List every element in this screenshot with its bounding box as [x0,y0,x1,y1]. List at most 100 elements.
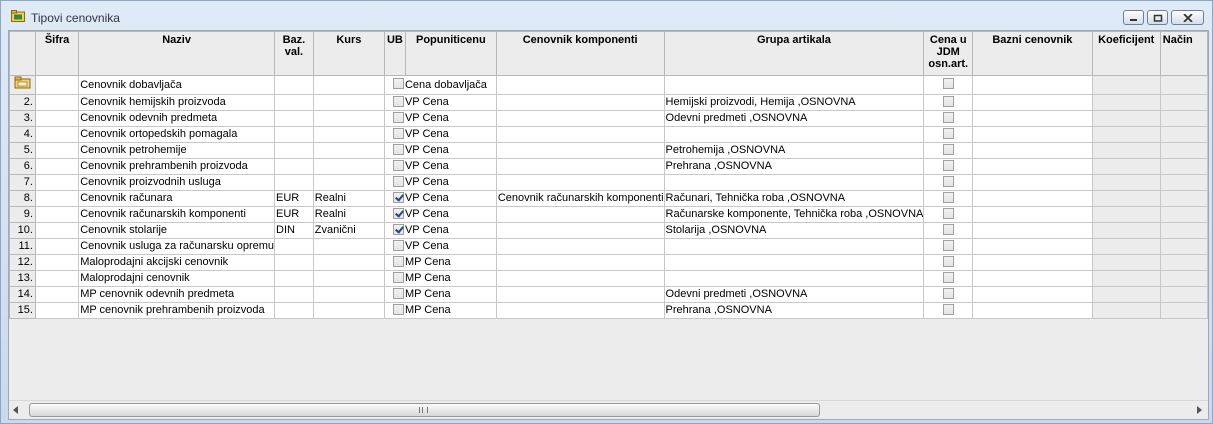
maximize-button[interactable] [1147,10,1168,25]
cenovnik-komponenti-cell[interactable] [495,302,665,319]
grupa-artikala-cell[interactable] [663,254,925,271]
bazni-cenovnik-cell[interactable] [972,238,1093,255]
kurs-cell[interactable] [312,174,385,191]
sifra-cell[interactable] [34,94,80,111]
cena-u-jdm-cell[interactable] [923,126,974,143]
sifra-cell[interactable] [34,222,80,239]
grupa-artikala-cell[interactable]: Stolarija ,OSNOVNA [663,222,925,239]
column-header-baz-val[interactable]: Baz. val. [274,31,314,76]
row-number[interactable]: 6. [9,158,36,175]
ub-popuniticenu-cell[interactable]: VP Cena [383,158,497,175]
baz-val-cell[interactable] [274,126,314,143]
cenovnik-komponenti-cell[interactable] [495,222,665,239]
kurs-cell[interactable] [312,270,385,287]
nacin-cell[interactable] [1159,254,1208,271]
row-number[interactable]: 11. [9,238,36,255]
cena-u-jdm-checkbox[interactable] [942,223,954,235]
baz-val-cell[interactable]: DIN [274,222,314,239]
grupa-artikala-cell[interactable] [663,238,925,255]
kurs-cell[interactable] [312,238,385,255]
kurs-cell[interactable] [312,254,385,271]
ub-popuniticenu-cell[interactable]: MP Cena [383,302,497,319]
bazni-cenovnik-cell[interactable] [972,270,1093,287]
naziv-cell[interactable]: Cenovnik petrohemije [78,142,276,159]
cenovnik-komponenti-cell[interactable] [495,174,665,191]
nacin-cell[interactable] [1159,270,1208,287]
naziv-cell[interactable]: Maloprodajni akcijski cenovnik [78,254,276,271]
column-header-naziv[interactable]: Naziv [78,31,276,76]
table-row[interactable]: Cenovnik dobavljača Cena dobavljača [9,75,1208,95]
ub-popuniticenu-cell[interactable]: VP Cena [383,142,497,159]
column-header-bazni-cenovnik[interactable]: Bazni cenovnik [972,31,1093,76]
bazni-cenovnik-cell[interactable] [972,286,1093,303]
cena-u-jdm-cell[interactable] [923,286,974,303]
baz-val-cell[interactable]: EUR [274,190,314,207]
cenovnik-komponenti-cell[interactable] [495,238,665,255]
table-row[interactable]: 8. Cenovnik računara EUR Realni VP Cena Cenov… [9,190,1208,207]
baz-val-cell[interactable] [274,75,314,95]
cena-u-jdm-cell[interactable] [923,75,974,95]
baz-val-cell[interactable] [274,270,314,287]
ub-popuniticenu-cell[interactable]: MP Cena [383,270,497,287]
cena-u-jdm-cell[interactable] [923,174,974,191]
ub-checkbox[interactable] [392,271,404,283]
column-header-kurs[interactable]: Kurs [312,31,385,76]
bazni-cenovnik-cell[interactable] [972,174,1093,191]
naziv-cell[interactable]: Cenovnik prehrambenih proizvoda [78,158,276,175]
cena-u-jdm-cell[interactable] [923,94,974,111]
ub-checkbox[interactable] [392,303,404,315]
nacin-cell[interactable] [1159,190,1208,207]
cenovnik-komponenti-cell[interactable] [495,158,665,175]
kurs-cell[interactable]: Realni [312,206,385,223]
kurs-cell[interactable] [312,286,385,303]
cena-u-jdm-checkbox[interactable] [942,143,954,155]
naziv-cell[interactable]: Maloprodajni cenovnik [78,270,276,287]
nacin-cell[interactable] [1159,110,1208,127]
grupa-artikala-cell[interactable]: Hemijski proizvodi, Hemija ,OSNOVNA [663,94,925,111]
row-number[interactable]: 8. [9,190,36,207]
nacin-cell[interactable] [1159,94,1208,111]
koeficijent-cell[interactable] [1091,126,1161,143]
koeficijent-cell[interactable] [1091,222,1161,239]
naziv-cell[interactable]: Cenovnik odevnih predmeta [78,110,276,127]
sifra-cell[interactable] [34,158,80,175]
cena-u-jdm-cell[interactable] [923,206,974,223]
ub-popuniticenu-cell[interactable]: Cena dobavljača [383,75,497,95]
koeficijent-cell[interactable] [1091,94,1161,111]
naziv-cell[interactable]: MP cenovnik odevnih predmeta [78,286,276,303]
table-row[interactable]: 12. Maloprodajni akcijski cenovnik MP Cena [9,254,1208,271]
bazni-cenovnik-cell[interactable] [972,94,1093,111]
nacin-cell[interactable] [1159,142,1208,159]
grupa-artikala-cell[interactable]: Odevni predmeti ,OSNOVNA [663,110,925,127]
table-row[interactable]: 13. Maloprodajni cenovnik MP Cena [9,270,1208,287]
sifra-cell[interactable] [34,302,80,319]
cenovnik-komponenti-cell[interactable] [495,126,665,143]
grupa-artikala-cell[interactable]: Računarske komponente, Tehnička roba ,OS… [663,206,925,223]
nacin-cell[interactable] [1159,75,1208,95]
bazni-cenovnik-cell[interactable] [972,75,1093,95]
baz-val-cell[interactable] [274,94,314,111]
naziv-cell[interactable]: Cenovnik usluga za računarsku opremu [78,238,276,255]
ub-popuniticenu-cell[interactable]: MP Cena [383,254,497,271]
ub-popuniticenu-cell[interactable]: VP Cena [383,222,497,239]
ub-checkbox[interactable] [392,255,404,267]
cena-u-jdm-checkbox[interactable] [942,303,954,315]
grupa-artikala-cell[interactable] [663,270,925,287]
baz-val-cell[interactable] [274,286,314,303]
ub-checkbox[interactable] [392,207,404,219]
cena-u-jdm-checkbox[interactable] [942,207,954,219]
baz-val-cell[interactable]: EUR [274,206,314,223]
cenovnik-komponenti-cell[interactable] [495,206,665,223]
table-row[interactable]: 10. Cenovnik stolarije DIN Zvanični VP Cena S… [9,222,1208,239]
naziv-cell[interactable]: Cenovnik proizvodnih usluga [78,174,276,191]
baz-val-cell[interactable] [274,254,314,271]
cena-u-jdm-cell[interactable] [923,158,974,175]
baz-val-cell[interactable] [274,302,314,319]
grupa-artikala-cell[interactable]: Računari, Tehnička roba ,OSNOVNA [663,190,925,207]
sifra-cell[interactable] [34,126,80,143]
koeficijent-cell[interactable] [1091,206,1161,223]
horizontal-scrollbar[interactable] [9,400,1208,419]
row-number[interactable]: 15. [9,302,36,319]
ub-popuniticenu-cell[interactable]: VP Cena [383,94,497,111]
naziv-cell[interactable]: MP cenovnik prehrambenih proizvoda [78,302,276,319]
